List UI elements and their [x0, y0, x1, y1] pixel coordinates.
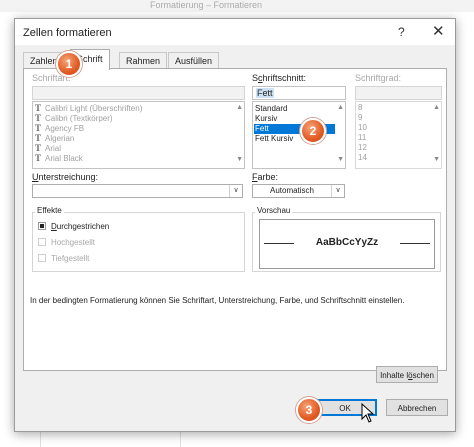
preview-box: AaBbCcYyZz	[259, 219, 435, 269]
hochgestellt-checkbox[interactable]	[38, 238, 46, 246]
tiefgestellt-checkbox[interactable]	[38, 254, 46, 262]
list-item[interactable]: 14	[358, 153, 367, 163]
mouse-cursor-icon	[361, 403, 375, 423]
schriftgrad-label: Schriftgrad:	[355, 73, 402, 83]
scroll-down-icon[interactable]: ▼	[337, 156, 344, 163]
close-button[interactable]: ✕	[432, 22, 445, 40]
list-item[interactable]: T Calibri (Textkörper)	[35, 113, 113, 123]
callout-badge-3: 3	[296, 397, 322, 423]
schriftart-input[interactable]	[32, 86, 245, 100]
list-item[interactable]: 11	[358, 133, 366, 143]
help-button[interactable]: ?	[398, 25, 405, 39]
schriftgrad-list[interactable]: 8 9 10 11 12 14 ▲ ▼	[355, 101, 442, 169]
background-title: Formatierung – Formatieren	[150, 0, 263, 10]
farbe-select[interactable]: Automatisch ∨	[252, 184, 345, 198]
hochgestellt-label: Hochgestellt	[51, 238, 96, 247]
effekte-title: Effekte	[35, 206, 64, 215]
list-item[interactable]: Fett Kursiv	[255, 134, 293, 144]
list-item[interactable]: 10	[358, 123, 367, 133]
schriftschnitt-list[interactable]: Standard Kursiv Fett Fett Kursiv ▲ ▼	[252, 101, 346, 169]
schriftgrad-input[interactable]	[355, 86, 442, 100]
list-item[interactable]: 12	[358, 143, 367, 153]
callout-badge-2: 2	[300, 118, 326, 144]
tab-ausfuellen[interactable]: Ausfüllen	[168, 52, 220, 69]
scroll-down-icon[interactable]: ▼	[433, 156, 440, 163]
chevron-down-icon: ∨	[331, 185, 344, 197]
list-item[interactable]: Kursiv	[255, 114, 277, 124]
scroll-down-icon[interactable]: ▼	[236, 156, 243, 163]
unterstreichung-select[interactable]: ∨	[32, 184, 243, 198]
list-item[interactable]: T Arial Black	[35, 153, 83, 163]
truetype-icon: T	[35, 133, 42, 143]
dialog-title: Zellen formatieren	[23, 27, 112, 39]
truetype-icon: T	[35, 103, 42, 113]
schriftschnitt-input[interactable]: Fett	[252, 86, 346, 100]
chevron-down-icon: ∨	[229, 185, 242, 197]
truetype-icon: T	[35, 153, 42, 163]
scroll-up-icon[interactable]: ▲	[337, 104, 344, 111]
list-item[interactable]: Standard	[255, 104, 287, 114]
tab-rahmen[interactable]: Rahmen	[119, 52, 168, 69]
truetype-icon: T	[35, 123, 42, 133]
list-item[interactable]: 8	[358, 103, 362, 113]
list-item[interactable]: T Arial	[35, 143, 61, 153]
list-item[interactable]: T Calibri Light (Überschriften)	[35, 103, 142, 113]
schriftschnitt-label: Schriftschnitt:	[252, 73, 307, 83]
list-item[interactable]: 9	[358, 113, 362, 123]
list-item[interactable]: T Agency FB	[35, 123, 84, 133]
tiefgestellt-label: Tiefgestellt	[51, 254, 90, 263]
truetype-icon: T	[35, 143, 42, 153]
unterstreichung-label: Unterstreichung:	[32, 172, 99, 182]
truetype-icon: T	[35, 113, 42, 123]
list-item[interactable]: T Algerian	[35, 133, 74, 143]
scroll-up-icon[interactable]: ▲	[236, 104, 243, 111]
info-text: In der bedingten Formatierung können Sie…	[30, 296, 405, 305]
preview-line	[400, 243, 430, 244]
scroll-up-icon[interactable]: ▲	[433, 104, 440, 111]
vorschau-title: Vorschau	[255, 206, 293, 215]
inhalte-loeschen-button[interactable]: Inhalte löschen	[376, 366, 438, 383]
durchgestrichen-label: Durchgestrichen	[51, 222, 110, 231]
farbe-label: Farbe:	[252, 172, 279, 182]
abbrechen-button[interactable]: Abbrechen	[386, 399, 448, 416]
schriftart-list[interactable]: T Calibri Light (Überschriften) T Calibri …	[32, 101, 245, 169]
durchgestrichen-checkbox[interactable]	[38, 222, 46, 230]
title-bar: Zellen formatieren ? ✕	[15, 19, 455, 45]
callout-badge-1: 1	[56, 51, 82, 77]
